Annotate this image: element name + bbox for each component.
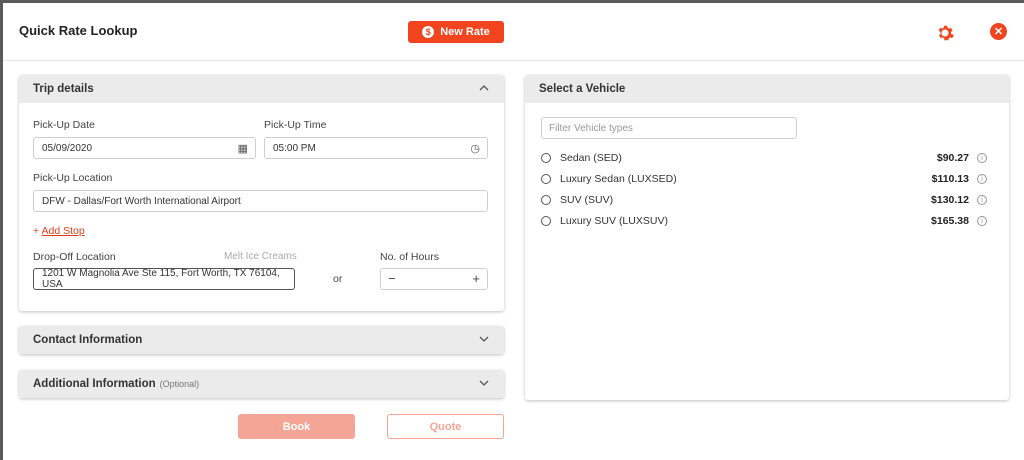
quick-rate-dialog: Quick Rate Lookup $ New Rate ✕ Trip deta… [3,3,1024,460]
additional-information-header[interactable]: Additional Information (Optional) [19,370,504,398]
vehicle-option[interactable]: Luxury Sedan (LUXSED) $110.13 i [541,171,987,187]
pickup-location-field[interactable]: DFW - Dallas/Fort Worth International Ai… [33,190,488,212]
pickup-time-value: 05:00 PM [273,142,316,154]
vehicle-price: $90.27 [936,152,969,164]
plus-icon[interactable]: + [472,271,480,286]
chevron-up-icon [479,85,489,91]
info-icon[interactable]: i [977,153,987,163]
gear-icon[interactable] [935,23,955,43]
chevron-down-icon [479,380,489,386]
additional-information-panel[interactable]: Additional Information (Optional) [19,370,504,398]
add-stop-label: Add Stop [41,225,85,237]
new-rate-label: New Rate [440,26,490,38]
pickup-location-value: DFW - Dallas/Fort Worth International Ai… [42,195,241,207]
dropoff-location-label: Drop-Off Location [33,251,116,263]
additional-information-title: Additional Information [33,378,156,390]
select-vehicle-panel: Select a Vehicle Filter Vehicle types Se… [525,75,1009,400]
contact-information-header[interactable]: Contact Information [19,326,504,354]
minus-icon[interactable]: − [388,271,396,286]
pickup-date-label: Pick-Up Date [33,119,95,131]
dropoff-location-field[interactable]: 1201 W Magnolia Ave Ste 115, Fort Worth,… [33,268,295,290]
info-icon[interactable]: i [977,216,987,226]
hours-label: No. of Hours [380,251,439,263]
vehicle-option[interactable]: Luxury SUV (LUXSUV) $165.38 i [541,213,987,229]
clock-icon[interactable]: ◷ [470,142,480,155]
contact-information-title: Contact Information [33,334,143,346]
calendar-icon[interactable]: ▦ [238,142,248,155]
vehicle-price: $110.13 [931,173,969,185]
filter-vehicle-placeholder: Filter Vehicle types [549,122,633,134]
pickup-time-label: Pick-Up Time [264,119,327,131]
trip-details-title: Trip details [33,83,94,95]
new-rate-button[interactable]: $ New Rate [408,21,504,43]
radio-button[interactable] [541,216,551,226]
pickup-date-field[interactable]: 05/09/2020 ▦ [33,137,256,159]
select-vehicle-header: Select a Vehicle [525,75,1009,103]
vehicle-name: SUV (SUV) [560,194,614,206]
info-icon[interactable]: i [977,174,987,184]
vehicle-option[interactable]: Sedan (SED) $90.27 i [541,150,987,166]
dialog-header: Quick Rate Lookup $ New Rate ✕ [3,3,1024,61]
dropoff-location-value: 1201 W Magnolia Ave Ste 115, Fort Worth,… [42,268,280,290]
optional-tag: (Optional) [159,379,200,389]
chevron-down-icon [479,336,489,342]
radio-button[interactable] [541,174,551,184]
info-icon[interactable]: i [977,195,987,205]
trip-details-panel: Trip details Pick-Up Date 05/09/2020 ▦ P… [19,75,504,311]
hours-stepper[interactable]: − + [380,268,488,290]
vehicle-name: Luxury Sedan (LUXSED) [560,173,677,185]
contact-information-panel[interactable]: Contact Information [19,326,504,354]
radio-button[interactable] [541,153,551,163]
vehicle-name: Sedan (SED) [560,152,622,164]
radio-button[interactable] [541,195,551,205]
close-icon[interactable]: ✕ [990,23,1007,40]
vehicle-price: $165.38 [931,215,969,227]
pickup-time-field[interactable]: 05:00 PM ◷ [264,137,488,159]
pickup-location-label: Pick-Up Location [33,172,113,184]
plus-icon: + [33,225,40,237]
vehicle-price: $130.12 [931,194,969,206]
vehicle-option[interactable]: SUV (SUV) $130.12 i [541,192,987,208]
or-separator: or [333,273,343,285]
pickup-date-value: 05/09/2020 [42,142,93,154]
dollar-icon: $ [422,26,435,38]
select-vehicle-title: Select a Vehicle [539,83,626,95]
book-button[interactable]: Book [238,414,355,439]
trip-details-header[interactable]: Trip details [19,75,504,103]
filter-vehicle-input[interactable]: Filter Vehicle types [541,117,797,139]
vehicle-name: Luxury SUV (LUXSUV) [560,215,668,227]
quote-button[interactable]: Quote [387,414,504,439]
dialog-title: Quick Rate Lookup [19,23,138,38]
add-stop-link[interactable]: + Add Stop [33,225,85,237]
dropoff-hint: Melt Ice Creams [224,251,297,262]
